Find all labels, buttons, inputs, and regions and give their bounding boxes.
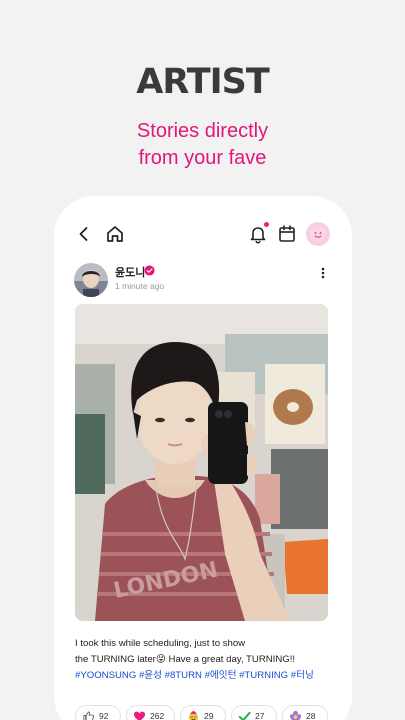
caption-line-2: the TURNING later😝 Have a great day, TUR… <box>75 654 296 665</box>
post-header: 윤도니 1 minute ago <box>74 262 332 298</box>
post-hashtags[interactable]: #YOONSUNG #윤성 #8TURN #에잇턴 #TURNING #터닝 <box>75 668 337 684</box>
promo-subtitle-line1: Stories directly <box>136 120 269 142</box>
reaction-check[interactable]: 27 <box>231 705 277 720</box>
reaction-count: 28 <box>306 711 316 720</box>
post-photo[interactable]: LONDON <box>75 304 328 621</box>
promo-title: ARTIST <box>136 62 269 102</box>
notification-dot <box>264 222 269 227</box>
verified-badge-icon <box>144 265 155 276</box>
post-caption: I took this while scheduling, just to sh… <box>75 636 337 684</box>
reaction-count: 262 <box>150 711 165 720</box>
calendar-icon[interactable] <box>276 223 298 245</box>
top-navigation-bar <box>54 220 352 248</box>
check-icon <box>238 711 251 720</box>
author-name[interactable]: 윤도니 <box>115 264 145 280</box>
author-avatar[interactable] <box>74 263 108 297</box>
reaction-thumbs-up[interactable]: 92 <box>75 705 121 720</box>
reactions-bar: 92 262 29 27 28 <box>75 705 335 720</box>
promo-subtitle-line2: from your fave <box>138 147 267 169</box>
profile-avatar[interactable] <box>306 222 330 246</box>
reaction-count: 27 <box>255 711 265 720</box>
reaction-party[interactable]: 29 <box>180 705 226 720</box>
reaction-flower[interactable]: 28 <box>282 705 328 720</box>
app-promo-screen: ARTIST Stories directly from your fave 윤… <box>0 0 405 720</box>
phone-frame: 윤도니 1 minute ago LONDON I took this whil… <box>54 196 352 720</box>
reaction-count: 92 <box>99 711 109 720</box>
home-icon[interactable] <box>104 223 126 245</box>
party-face-icon <box>188 710 199 720</box>
smiley-avatar-icon <box>310 226 326 242</box>
caption-line-1: I took this while scheduling, just to sh… <box>75 638 246 649</box>
heart-icon <box>133 711 146 720</box>
more-options-icon[interactable] <box>317 266 329 280</box>
promo-subtitle: Stories directly from your fave <box>0 118 405 172</box>
post-timestamp: 1 minute ago <box>115 281 165 291</box>
flower-icon <box>289 710 302 720</box>
selfie-photo-image: LONDON <box>75 304 328 621</box>
reaction-count: 29 <box>204 711 214 720</box>
thumbs-up-icon <box>83 710 95 720</box>
back-icon[interactable] <box>74 224 94 244</box>
reaction-heart[interactable]: 262 <box>126 705 175 720</box>
